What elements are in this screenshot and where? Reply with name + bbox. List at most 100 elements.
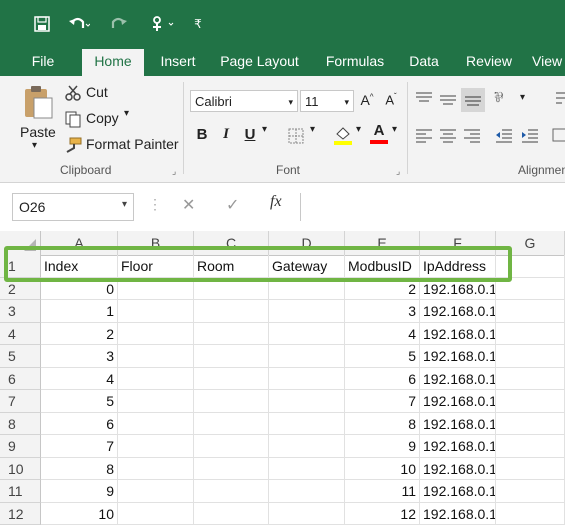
table-cell[interactable]: 9	[41, 480, 118, 503]
insert-function-icon[interactable]: fx	[270, 193, 282, 211]
table-cell[interactable]: 5	[345, 345, 420, 368]
table-cell[interactable]	[194, 390, 269, 413]
copy-dropdown-icon[interactable]: ▾	[124, 108, 129, 119]
table-cell[interactable]: 192.168.0.1	[420, 300, 496, 323]
middle-align-icon[interactable]	[438, 90, 458, 108]
name-box[interactable]: O26 ▾	[12, 193, 134, 221]
row-header[interactable]: 9	[0, 435, 41, 458]
table-cell[interactable]	[496, 412, 565, 435]
tab-data[interactable]: Data	[402, 46, 446, 76]
table-cell[interactable]	[118, 502, 194, 525]
row-header[interactable]: 4	[0, 322, 41, 345]
tab-view[interactable]: View	[532, 46, 565, 76]
table-cell[interactable]	[194, 435, 269, 458]
table-cell[interactable]	[496, 457, 565, 480]
table-cell[interactable]	[496, 502, 565, 525]
paste-icon[interactable]	[22, 84, 54, 120]
table-cell[interactable]: 9	[345, 435, 420, 458]
bottom-align-icon[interactable]	[461, 88, 485, 112]
row-header[interactable]: 10	[0, 457, 41, 480]
table-cell[interactable]	[194, 480, 269, 503]
tab-formulas[interactable]: Formulas	[316, 46, 394, 76]
table-cell[interactable]	[269, 412, 345, 435]
underline-dropdown-icon[interactable]: ▾	[262, 124, 267, 135]
tab-file[interactable]: File	[22, 46, 64, 76]
top-align-icon[interactable]	[414, 90, 434, 108]
merge-center-icon[interactable]	[552, 126, 565, 144]
table-cell[interactable]: 2	[41, 322, 118, 345]
row-header[interactable]: 3	[0, 300, 41, 323]
align-center-icon[interactable]	[438, 126, 458, 144]
table-cell[interactable]	[194, 457, 269, 480]
tab-review[interactable]: Review	[458, 46, 520, 76]
paste-button[interactable]: Paste	[20, 124, 56, 140]
borders-icon[interactable]	[288, 128, 304, 144]
table-cell[interactable]	[194, 367, 269, 390]
table-cell[interactable]: 7	[41, 435, 118, 458]
table-cell[interactable]: 6	[41, 412, 118, 435]
table-cell[interactable]	[118, 390, 194, 413]
table-cell[interactable]	[496, 390, 565, 413]
align-left-icon[interactable]	[414, 126, 434, 144]
table-cell[interactable]: 4	[41, 367, 118, 390]
orientation-icon[interactable]: ⅌	[494, 88, 516, 110]
table-cell[interactable]: 3	[345, 300, 420, 323]
table-cell[interactable]: 192.168.0.1	[420, 345, 496, 368]
table-cell[interactable]	[118, 435, 194, 458]
table-cell[interactable]	[496, 480, 565, 503]
format-painter-icon[interactable]	[64, 136, 82, 154]
table-cell[interactable]	[269, 480, 345, 503]
save-icon[interactable]	[28, 10, 56, 38]
table-cell[interactable]	[269, 345, 345, 368]
table-cell[interactable]: 12	[345, 502, 420, 525]
table-cell[interactable]	[194, 502, 269, 525]
table-cell[interactable]	[496, 300, 565, 323]
orientation-dropdown-icon[interactable]: ▾	[520, 92, 525, 103]
wrap-text-icon[interactable]	[554, 90, 565, 108]
cancel-formula-icon[interactable]: ✕	[182, 195, 195, 215]
font-size-select[interactable]: 11 ▾	[300, 90, 354, 112]
table-cell[interactable]: 192.168.0.1	[420, 435, 496, 458]
table-cell[interactable]	[118, 300, 194, 323]
table-cell[interactable]: 192.168.0.1	[420, 412, 496, 435]
table-cell[interactable]: 192.168.0.1	[420, 322, 496, 345]
table-cell[interactable]: 11	[345, 480, 420, 503]
underline-button[interactable]: U	[242, 126, 258, 143]
customize-icon[interactable]: ₹	[188, 10, 208, 38]
decrease-indent-icon[interactable]	[494, 126, 514, 144]
paste-dropdown-icon[interactable]: ▾	[32, 140, 37, 151]
clipboard-launcher-icon[interactable]: ⌟	[172, 166, 176, 177]
table-cell[interactable]: 8	[41, 457, 118, 480]
align-right-icon[interactable]	[462, 126, 482, 144]
font-color-dropdown-icon[interactable]: ▾	[392, 124, 397, 135]
fill-color-icon[interactable]	[332, 124, 354, 146]
table-cell[interactable]	[118, 457, 194, 480]
font-color-icon[interactable]: A	[368, 122, 390, 146]
increase-font-icon[interactable]: A^	[358, 92, 376, 108]
copy-icon[interactable]	[64, 110, 82, 128]
table-cell[interactable]: 10	[41, 502, 118, 525]
increase-indent-icon[interactable]	[520, 126, 540, 144]
undo-icon[interactable]	[64, 10, 94, 38]
table-cell[interactable]	[269, 435, 345, 458]
drag-handle-icon[interactable]: ⋮	[148, 196, 162, 213]
row-header[interactable]: 11	[0, 480, 41, 503]
table-cell[interactable]	[194, 322, 269, 345]
format-painter-button[interactable]: Format Painter	[86, 136, 179, 152]
table-cell[interactable]	[194, 300, 269, 323]
table-cell[interactable]: 192.168.0.1	[420, 457, 496, 480]
row-header[interactable]: 7	[0, 390, 41, 413]
row-header[interactable]: 12	[0, 502, 41, 525]
table-cell[interactable]	[496, 322, 565, 345]
table-cell[interactable]: 7	[345, 390, 420, 413]
table-cell[interactable]	[269, 300, 345, 323]
table-cell[interactable]	[496, 345, 565, 368]
table-cell[interactable]	[269, 457, 345, 480]
enter-formula-icon[interactable]: ✓	[226, 195, 239, 215]
table-cell[interactable]	[118, 322, 194, 345]
table-cell[interactable]	[269, 367, 345, 390]
copy-button[interactable]: Copy	[86, 110, 119, 126]
italic-button[interactable]: I	[218, 126, 234, 143]
row-header[interactable]: 6	[0, 367, 41, 390]
table-cell[interactable]: 10	[345, 457, 420, 480]
